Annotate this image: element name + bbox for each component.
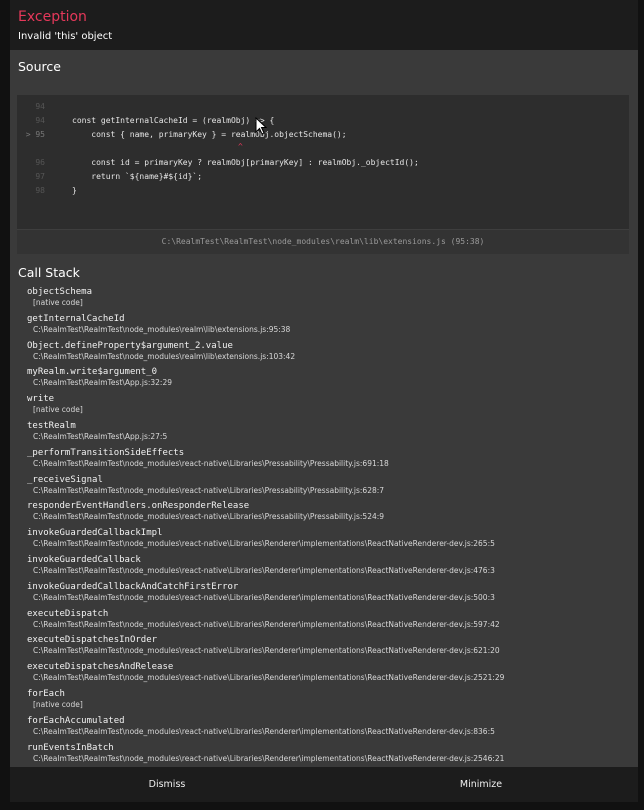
dismiss-button[interactable]: Dismiss: [10, 767, 324, 802]
stack-frame-location: C:\RealmTest\RealmTest\node_modules\reac…: [33, 485, 385, 495]
stack-frame-function: executeDispatchesInOrder: [27, 635, 158, 646]
stack-frame-location: C:\RealmTest\RealmTest\App.js:32:29: [33, 378, 172, 388]
line-number: 94: [35, 102, 45, 111]
stack-frame-function: invokeGuardedCallbackImpl: [27, 528, 163, 539]
line-number: 97: [35, 172, 45, 181]
mouse-pointer-icon: [255, 117, 267, 135]
exception-message: Invalid 'this' object: [18, 31, 113, 42]
logbox-inspector: Exception Invalid 'this' object Source ^…: [10, 0, 638, 802]
stack-frame-function: _performTransitionSideEffects: [27, 447, 185, 458]
stack-frame-function: Object.defineProperty$argument_2.value: [27, 340, 233, 351]
code-text: return `${name}#${id}`;: [72, 172, 203, 181]
stack-frame-function: runEventsInBatch: [27, 742, 114, 753]
source-title: Source: [18, 59, 61, 74]
stack-frame-function: executeDispatchesAndRelease: [27, 662, 174, 673]
stack-frame-function: _receiveSignal: [27, 474, 103, 485]
stack-frame-location: C:\RealmTest\RealmTest\node_modules\reac…: [33, 673, 505, 683]
code-line: 96 const id = primaryKey ? realmObj[prim…: [17, 157, 629, 169]
stack-frame-function: executeDispatch: [27, 608, 109, 619]
code-text: const { name, primaryKey } = realmObj.ob…: [72, 130, 347, 139]
code-line: 98}: [17, 185, 629, 197]
stack-frame-function: testRealm: [27, 420, 76, 431]
stack-frame[interactable]: forEachAccumulated C:\RealmTest\RealmTest…: [27, 713, 638, 740]
stack-frame[interactable]: write [native code]: [27, 391, 638, 418]
line-number: 94: [35, 116, 45, 125]
code-text: }: [72, 186, 77, 195]
stack-frame-location: C:\RealmTest\RealmTest\node_modules\reac…: [33, 458, 389, 468]
stack-frame[interactable]: getInternalCacheId C:\RealmTest\RealmTest…: [27, 311, 638, 338]
stack-frame[interactable]: executeDispatchesAndRelease C:\RealmTest\…: [27, 659, 638, 686]
stack-frame-location: C:\RealmTest\RealmTest\node_modules\reac…: [33, 512, 385, 522]
footer-bar: Dismiss Minimize: [10, 767, 638, 802]
stack-frame[interactable]: Object.defineProperty$argument_2.value C:…: [27, 338, 638, 365]
stack-frame-function: objectSchema: [27, 287, 93, 297]
stack-frame[interactable]: executeDispatchesInOrder C:\RealmTest\Rea…: [27, 632, 638, 659]
stack-frame-function: invokeGuardedCallbackAndCatchFirstError: [27, 581, 239, 592]
stack-frame-location: C:\RealmTest\RealmTest\node_modules\reac…: [33, 539, 495, 549]
line-number: > 95: [25, 130, 45, 139]
stack-frame-location: [native code]: [33, 298, 83, 307]
exception-title: Exception: [18, 9, 87, 25]
stack-frame[interactable]: runEventsInBatch C:\RealmTest\RealmTest\n…: [27, 740, 638, 767]
code-text: const id = primaryKey ? realmObj[primary…: [72, 158, 419, 167]
code-frame-file[interactable]: C:\RealmTest\RealmTest\node_modules\real…: [17, 229, 629, 254]
callstack-title: Call Stack: [18, 265, 80, 280]
stack-frame[interactable]: _receiveSignal C:\RealmTest\RealmTest\nod…: [27, 472, 638, 499]
code-frame[interactable]: ^ 94 94 const getInternalCacheId = (realmO…: [17, 95, 629, 229]
stack-frame-location: [native code]: [33, 699, 83, 709]
stack-frame-location: C:\RealmTest\RealmTest\node_modules\reac…: [33, 646, 500, 656]
code-line: 94 const getInternalCacheId = (realmObj) …: [17, 115, 629, 127]
stack-frame-location: C:\RealmTest\RealmTest\node_modules\reac…: [33, 726, 495, 736]
stack-frame[interactable]: _performTransitionSideEffects C:\RealmTes…: [27, 445, 638, 472]
code-line: > 95 const { name, primaryKey } = realmO…: [17, 129, 629, 141]
stack-frame[interactable]: invokeGuardedCallback C:\RealmTest\RealmT…: [27, 552, 638, 579]
stack-frame-location: C:\RealmTest\RealmTest\App.js:27:5: [33, 431, 168, 441]
stack-frame-location: C:\RealmTest\RealmTest\node_modules\reac…: [33, 619, 500, 629]
stack-frame-function: forEach: [27, 688, 65, 699]
code-text: const getInternalCacheId = (realmObj) =>…: [72, 116, 275, 125]
stack-frame[interactable]: forEach [native code]: [27, 686, 638, 713]
stack-frame-location: C:\RealmTest\RealmTest\node_modules\reac…: [33, 592, 495, 602]
stack-frame-location: C:\RealmTest\RealmTest\node_modules\reac…: [33, 753, 505, 763]
stack-frame[interactable]: testRealm C:\RealmTest\RealmTest\App.js:2…: [27, 418, 638, 445]
stack-frame-function: responderEventHandlers.onResponderReleas…: [27, 501, 250, 512]
line-number: 96: [35, 158, 45, 167]
stack-frame[interactable]: invokeGuardedCallbackImpl C:\RealmTest\Re…: [27, 525, 638, 552]
callstack-list: objectSchema [native code] getInternalCach…: [10, 284, 638, 793]
line-number: 98: [35, 186, 45, 195]
stack-frame[interactable]: executeDispatch C:\RealmTest\RealmTest\no…: [27, 606, 638, 633]
stack-frame-function: forEachAccumulated: [27, 715, 125, 726]
error-caret: ^: [238, 142, 243, 151]
stack-frame[interactable]: objectSchema [native code]: [27, 284, 638, 311]
minimize-button[interactable]: Minimize: [324, 767, 638, 802]
stack-frame-location: [native code]: [33, 405, 83, 415]
stack-frame[interactable]: invokeGuardedCallbackAndCatchFirstError C…: [27, 579, 638, 606]
stack-frame-location: C:\RealmTest\RealmTest\node_modules\real…: [33, 351, 296, 361]
exception-header: Exception Invalid 'this' object: [10, 0, 638, 50]
stack-frame[interactable]: myRealm.write$argument_0 C:\RealmTest\Rea…: [27, 364, 638, 391]
stack-frame-function: write: [27, 394, 55, 405]
stack-frame-location: C:\RealmTest\RealmTest\node_modules\reac…: [33, 565, 495, 575]
stack-frame-location: C:\RealmTest\RealmTest\node_modules\real…: [33, 324, 291, 334]
code-line: 97 return `${name}#${id}`;: [17, 171, 629, 183]
stack-frame-function: invokeGuardedCallback: [27, 554, 141, 565]
stack-frame-function: getInternalCacheId: [27, 313, 125, 324]
code-line: 94: [17, 101, 629, 113]
stack-frame-function: myRealm.write$argument_0: [27, 367, 158, 378]
stack-frame[interactable]: responderEventHandlers.onResponderReleas…: [27, 498, 638, 525]
